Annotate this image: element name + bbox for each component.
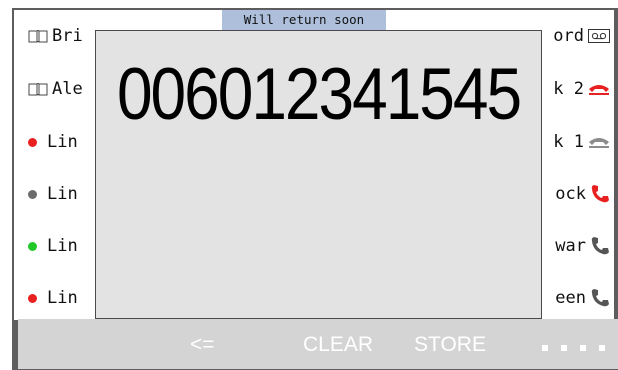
phone-frame: Bri Ale Lin Lin Lin Lin ord k 2 k 1 ock … [0,0,618,370]
dialed-number: 006012341545 [116,52,522,135]
dot [599,345,605,351]
park-label: k 1 [553,132,584,152]
line-label: Lin [47,288,78,308]
voicemail-label: ord [553,26,584,46]
phone-icon [591,289,609,307]
dot [542,345,548,351]
line-label: Lin [47,184,78,204]
store-softkey[interactable]: STORE [414,333,486,357]
line-label: Lin [47,236,78,256]
park-key-2[interactable]: k 2 [544,65,610,113]
dial-overlay: 006012341545 [95,30,542,319]
contact-label: Ale [52,79,83,99]
address-book-icon [28,30,48,43]
park-label: k 2 [553,79,584,99]
line-key-2[interactable]: Lin [28,170,78,218]
contact-key-2[interactable]: Ale [28,65,83,113]
voicemail-key[interactable]: ord [544,12,610,60]
handset-hangup-icon [589,85,609,95]
line-key-3[interactable]: Lin [28,222,78,270]
speed-dial-key-1[interactable]: ock [544,170,610,218]
status-dot-icon [28,241,37,251]
line-key-4[interactable]: Lin [28,274,78,322]
speed-dial-label: een [555,288,586,308]
more-dots-icon[interactable] [542,345,605,351]
status-banner: Will return soon [222,10,386,30]
phone-icon [591,185,609,203]
voicemail-icon [588,29,610,43]
handset-hangup-icon [589,138,609,148]
line-key-1[interactable]: Lin [28,118,78,166]
status-dot-icon [28,189,37,199]
park-key-1[interactable]: k 1 [544,118,610,166]
dot [580,345,586,351]
phone-icon [591,237,609,255]
contact-key-1[interactable]: Bri [28,12,83,60]
status-dot-icon [28,293,37,303]
status-dot-icon [28,137,37,147]
dot [561,345,567,351]
clear-softkey[interactable]: CLEAR [303,333,373,357]
speed-dial-key-3[interactable]: een [544,274,610,322]
speed-dial-label: war [555,236,586,256]
softkey-bar: <= CLEAR STORE [18,319,618,369]
line-label: Lin [47,132,78,152]
backspace-softkey[interactable]: <= [190,333,215,357]
speed-dial-label: ock [555,184,586,204]
contact-label: Bri [52,26,83,46]
address-book-icon [28,83,48,96]
speed-dial-key-2[interactable]: war [544,222,610,270]
